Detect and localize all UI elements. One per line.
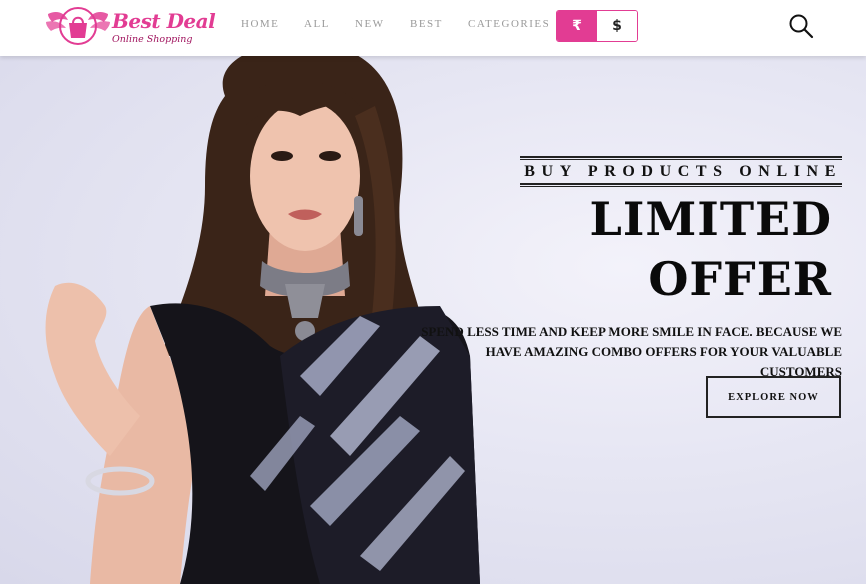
search-icon[interactable]	[788, 13, 814, 39]
hero-headline-line1: LIMITED	[589, 192, 832, 246]
brand-logo[interactable]: Best Deal Online Shopping	[44, 4, 216, 50]
nav-item-all[interactable]: ALL	[304, 18, 330, 30]
hero-kicker: BUY PRODUCTS ONLINE	[524, 163, 842, 180]
nav-item-new[interactable]: NEW	[355, 18, 385, 30]
currency-rupee-button[interactable]: ₹	[557, 11, 597, 41]
brand-subtitle: Online Shopping	[112, 34, 193, 45]
nav-item-categories[interactable]: CATEGORIES	[468, 18, 550, 30]
hero-model-image	[45, 56, 480, 584]
shopping-bag-logo-icon	[46, 7, 110, 45]
nav-item-best[interactable]: BEST	[410, 18, 443, 30]
explore-now-button[interactable]: EXPLORE NOW	[706, 376, 841, 418]
hero-text-block: BUY PRODUCTS ONLINE LIMITED OFFER	[520, 156, 842, 309]
top-navbar: Best Deal Online Shopping HOME ALL NEW B…	[0, 0, 866, 56]
nav-item-home[interactable]: HOME	[241, 18, 279, 30]
hero-headline-line2: OFFER	[648, 252, 832, 306]
currency-toggle: ₹ $	[556, 10, 638, 42]
hero-banner: BUY PRODUCTS ONLINE LIMITED OFFER Spend …	[0, 56, 866, 584]
kicker-bottom-rule	[520, 183, 842, 187]
brand-title: Best Deal	[112, 9, 216, 33]
hero-description: Spend less time and keep more smile in f…	[421, 324, 842, 379]
currency-dollar-button[interactable]: $	[597, 11, 637, 41]
